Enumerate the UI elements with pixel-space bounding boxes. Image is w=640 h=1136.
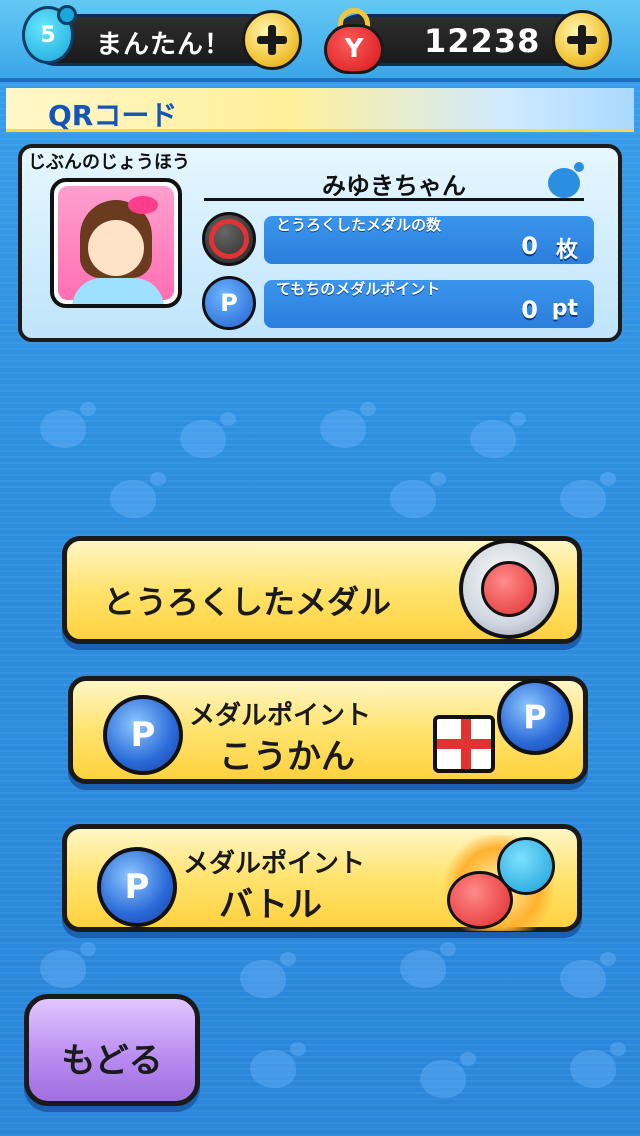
back-button[interactable]: もどる xyxy=(24,994,200,1106)
background-blob-icon xyxy=(570,1042,626,1088)
medal-face xyxy=(481,561,537,617)
blue-character-icon xyxy=(497,837,555,895)
background-blob-icon xyxy=(470,412,526,458)
background-blob-icon xyxy=(320,402,376,448)
background-blob-icon xyxy=(240,952,296,998)
coin-purse-icon: Y xyxy=(322,8,386,74)
registered-medals-button[interactable]: とうろくしたメダル xyxy=(62,536,582,644)
profile-heading: じぶんのじょうほう xyxy=(28,152,190,173)
background-blob-icon xyxy=(40,402,96,448)
background-blob-icon xyxy=(110,472,166,518)
level-badge: 5 xyxy=(22,5,77,64)
background-blob-icon xyxy=(390,472,446,518)
stat-row-medals: とうろくしたメダルの数 0 枚 xyxy=(202,212,596,266)
p-coin-icon: P xyxy=(202,276,256,330)
stat-unit: 枚 xyxy=(555,238,578,263)
button-label: とうろくしたメダル xyxy=(103,583,392,621)
name-divider xyxy=(204,198,584,201)
stat-box: てもちのメダルポイント 0 pt xyxy=(264,280,594,328)
button-label-line2: バトル xyxy=(219,885,323,925)
add-level-button[interactable] xyxy=(242,10,302,70)
player-name: みゆきちゃん xyxy=(322,172,466,200)
stat-label: とうろくしたメダルの数 xyxy=(276,216,442,234)
gift-icon xyxy=(433,715,495,773)
background-blob-icon xyxy=(560,472,616,518)
background-blob-icon xyxy=(420,1052,476,1098)
stat-box: とうろくしたメダルの数 0 枚 xyxy=(264,216,594,264)
button-label-line2: こうかん xyxy=(219,737,355,777)
background-blob-icon xyxy=(400,942,456,988)
back-label: もどる xyxy=(61,1041,163,1081)
game-screen: 5 まんたん！ Y 12238 QRコード じぶんのじょうほう みゆきちゃん と… xyxy=(0,0,640,1136)
p-coin-icon: P xyxy=(497,679,573,755)
avatar-face xyxy=(88,220,144,276)
background-blob-icon xyxy=(250,1042,306,1088)
button-label-line1: メダルポイント xyxy=(183,849,366,879)
background-blob-icon xyxy=(40,942,96,988)
purse-body: Y xyxy=(324,24,384,74)
medal-icon xyxy=(202,212,256,266)
stat-unit: pt xyxy=(551,296,578,321)
money-value: 12238 xyxy=(424,22,541,60)
p-coin-icon: P xyxy=(103,695,183,775)
profile-card: じぶんのじょうほう みゆきちゃん とうろくしたメダルの数 0 枚 P てもちのメ… xyxy=(18,144,622,342)
stat-value: 0 xyxy=(521,232,538,260)
medal-icon xyxy=(459,539,559,639)
background-blob-icon xyxy=(560,952,616,998)
background-blob-icon xyxy=(180,412,236,458)
avatar-bow xyxy=(128,196,158,214)
add-money-button[interactable] xyxy=(552,10,612,70)
medal-point-battle-button[interactable]: P メダルポイント バトル xyxy=(62,824,582,932)
drop-icon xyxy=(548,162,584,198)
page-title: QRコード xyxy=(48,99,178,132)
avatar xyxy=(50,178,182,308)
medal-point-exchange-button[interactable]: P メダルポイント こうかん P xyxy=(68,676,588,784)
stat-label: てもちのメダルポイント xyxy=(276,280,441,298)
top-status-bar: 5 まんたん！ Y 12238 xyxy=(0,0,640,82)
stat-row-points: P てもちのメダルポイント 0 pt xyxy=(202,276,596,330)
difficulty-label: まんたん！ xyxy=(96,30,232,60)
stat-value: 0 xyxy=(521,296,538,324)
button-label-line1: メダルポイント xyxy=(189,701,372,731)
avatar-shirt xyxy=(72,278,164,304)
p-coin-icon: P xyxy=(97,847,177,927)
section-header: QRコード xyxy=(6,88,634,132)
